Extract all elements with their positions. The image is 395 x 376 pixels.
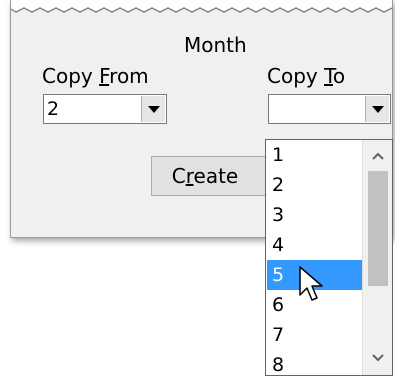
list-item[interactable]: 8	[267, 350, 362, 375]
copy-to-select[interactable]	[268, 94, 391, 124]
copy-to-dropdown-button[interactable]	[365, 96, 389, 122]
list-item[interactable]: 1	[267, 140, 362, 170]
list-item[interactable]: 7	[267, 320, 362, 350]
chevron-down-icon	[372, 106, 384, 113]
create-button[interactable]: Create	[151, 156, 273, 196]
torn-edge	[11, 0, 392, 13]
vertical-scrollbar[interactable]	[362, 140, 392, 375]
group-title: Month	[184, 33, 247, 57]
copy-from-dropdown-button[interactable]	[141, 96, 165, 122]
copy-from-select[interactable]: 2	[43, 94, 167, 124]
copy-to-label: Copy To	[267, 64, 346, 88]
chevron-down-icon[interactable]	[371, 353, 385, 363]
copy-from-value: 2	[47, 98, 60, 120]
chevron-down-icon	[148, 106, 160, 113]
list-item[interactable]: 2	[267, 170, 362, 200]
list-item[interactable]: 3	[267, 200, 362, 230]
scrollbar-thumb[interactable]	[368, 171, 388, 286]
month-dropdown-list[interactable]: 1 2 3 4 5 6 7 8	[265, 139, 393, 376]
mouse-pointer-icon	[299, 266, 323, 301]
chevron-up-icon[interactable]	[371, 151, 385, 161]
copy-from-label: Copy From	[42, 64, 149, 88]
list-item[interactable]: 4	[267, 230, 362, 260]
